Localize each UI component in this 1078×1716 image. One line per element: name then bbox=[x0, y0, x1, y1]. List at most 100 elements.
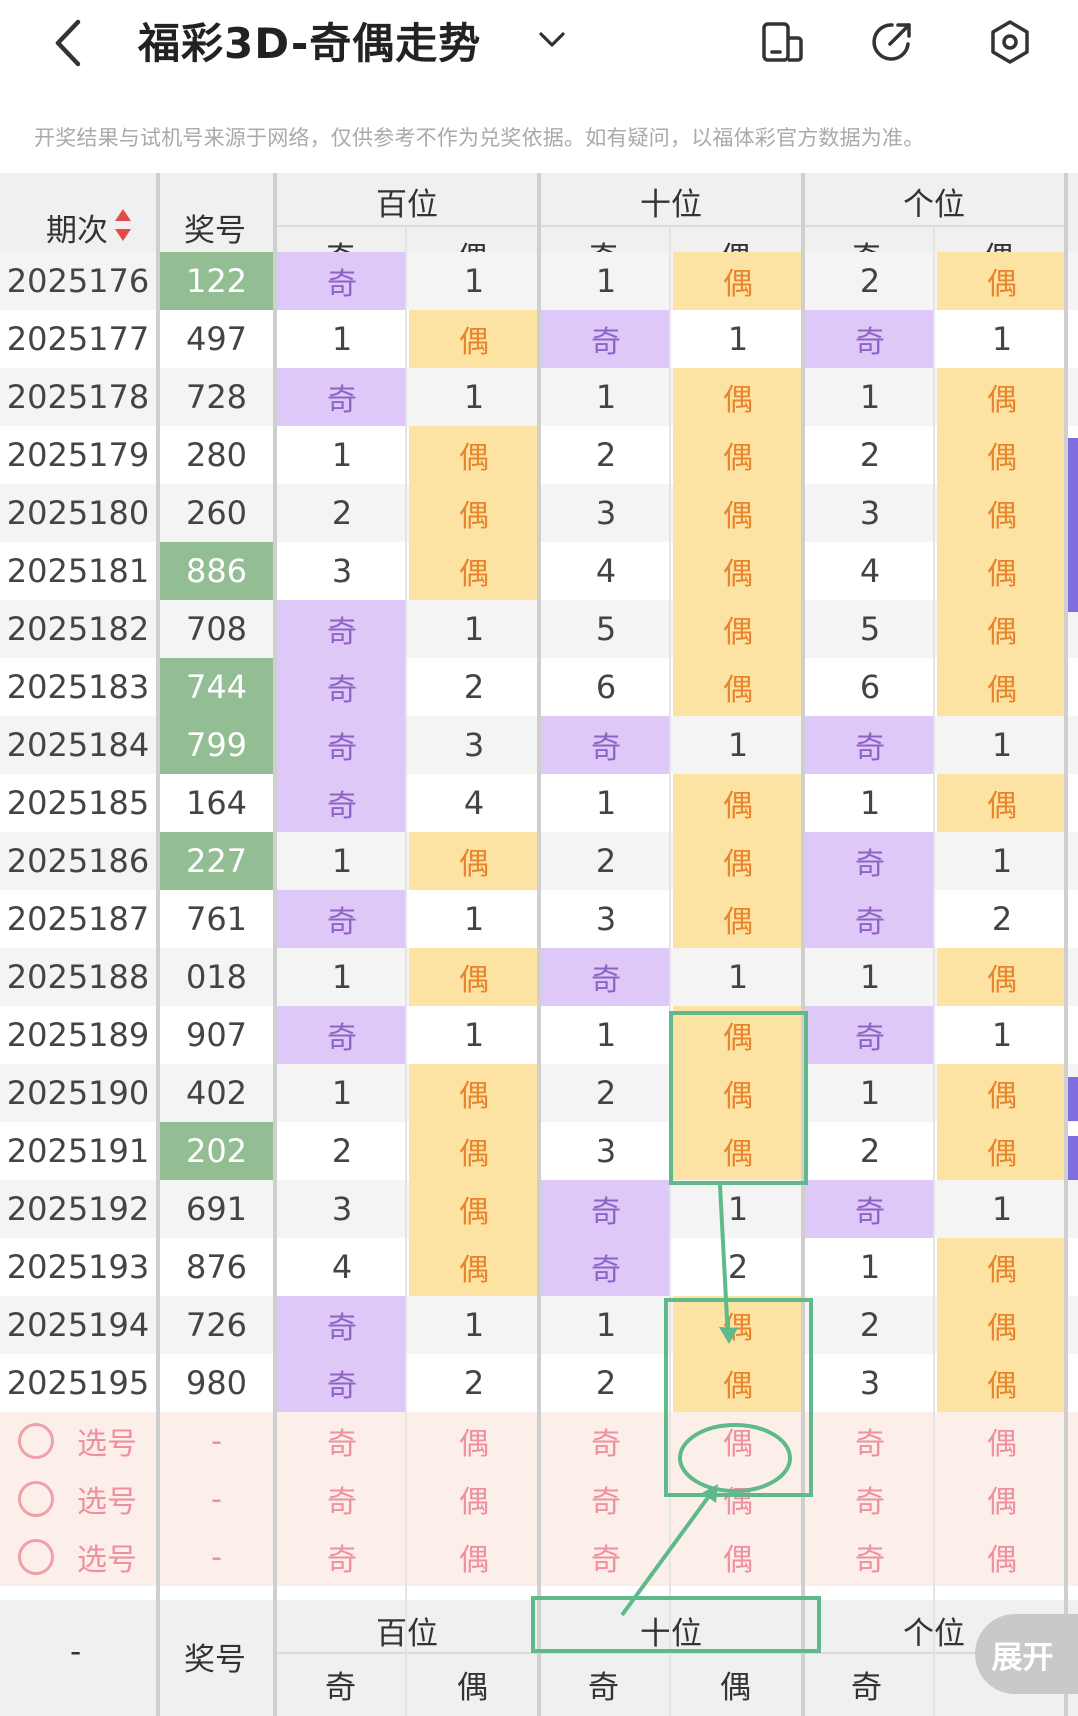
pick-label[interactable]: 选号 bbox=[72, 1470, 142, 1528]
odd-cell: 奇 bbox=[277, 600, 407, 658]
miss-count-cell: 1 bbox=[595, 378, 617, 416]
period-cell: 2025194 bbox=[6, 1306, 150, 1344]
miss-count-cell: 1 bbox=[331, 1074, 353, 1112]
pick-even-option[interactable]: 偶 bbox=[937, 1528, 1067, 1586]
miss-count-cell: 1 bbox=[727, 958, 749, 996]
even-cell: 偶 bbox=[937, 948, 1067, 1006]
even-cell: 偶 bbox=[673, 426, 803, 484]
subcolumn-separator bbox=[405, 226, 407, 1716]
pick-label[interactable]: 选号 bbox=[72, 1528, 142, 1586]
miss-count-cell: 2 bbox=[859, 262, 881, 300]
pick-odd-option[interactable]: 奇 bbox=[805, 1528, 935, 1586]
draw-number-cell: 122 bbox=[160, 252, 273, 310]
even-cell: 偶 bbox=[673, 600, 803, 658]
miss-count-cell: 1 bbox=[859, 784, 881, 822]
even-cell: 偶 bbox=[937, 1064, 1067, 1122]
pick-even-option[interactable]: 偶 bbox=[409, 1412, 539, 1470]
back-arrow-icon[interactable] bbox=[48, 18, 88, 68]
miss-count-cell: 4 bbox=[595, 552, 617, 590]
even-cell: 偶 bbox=[937, 774, 1067, 832]
pick-even-option[interactable]: 偶 bbox=[673, 1412, 803, 1470]
footer-group-hundreds: 百位 bbox=[376, 1616, 438, 1652]
odd-cell: 奇 bbox=[541, 1180, 671, 1238]
period-cell: 2025185 bbox=[6, 784, 150, 822]
odd-cell: 奇 bbox=[277, 890, 407, 948]
miss-count-cell: 4 bbox=[463, 784, 485, 822]
miss-count-cell: 2 bbox=[595, 436, 617, 474]
period-cell: 2025189 bbox=[6, 1016, 150, 1054]
miss-count-cell: 2 bbox=[463, 668, 485, 706]
footer-sub-label: 奇 bbox=[588, 1670, 619, 1706]
pick-odd-option[interactable]: 奇 bbox=[805, 1470, 935, 1528]
even-cell: 偶 bbox=[937, 426, 1067, 484]
pick-odd-option[interactable]: 奇 bbox=[541, 1412, 671, 1470]
miss-count-cell: 1 bbox=[463, 262, 485, 300]
page-title[interactable]: 福彩3D-奇偶走势 bbox=[138, 10, 481, 71]
miss-count-cell: 4 bbox=[331, 1248, 353, 1286]
select-radio[interactable] bbox=[18, 1423, 54, 1459]
pick-even-option[interactable]: 偶 bbox=[409, 1470, 539, 1528]
group-hundreds-label: 百位 bbox=[376, 187, 438, 223]
even-cell: 偶 bbox=[409, 1064, 539, 1122]
miss-count-cell: 5 bbox=[595, 610, 617, 648]
subcolumn-separator bbox=[669, 226, 671, 1716]
pick-odd-option[interactable]: 奇 bbox=[277, 1412, 407, 1470]
rotate-screen-icon[interactable] bbox=[758, 18, 806, 66]
even-cell: 偶 bbox=[937, 600, 1067, 658]
draw-number-cell: 018 bbox=[185, 958, 248, 996]
miss-count-cell: 5 bbox=[859, 610, 881, 648]
pick-number-dash: - bbox=[211, 1481, 222, 1517]
miss-count-cell: 1 bbox=[595, 1306, 617, 1344]
pick-even-option[interactable]: 偶 bbox=[409, 1528, 539, 1586]
pick-odd-option[interactable]: 奇 bbox=[277, 1470, 407, 1528]
even-cell: 偶 bbox=[937, 1296, 1067, 1354]
odd-cell: 奇 bbox=[805, 1180, 935, 1238]
top-bar: 福彩3D-奇偶走势 bbox=[0, 0, 1078, 92]
miss-count-cell: 2 bbox=[463, 1364, 485, 1402]
miss-count-cell: 1 bbox=[463, 610, 485, 648]
chevron-down-icon[interactable] bbox=[535, 24, 569, 54]
miss-count-cell: 1 bbox=[463, 1306, 485, 1344]
draw-number-cell: 799 bbox=[160, 716, 273, 774]
pick-label[interactable]: 选号 bbox=[72, 1412, 142, 1470]
period-cell: 2025193 bbox=[6, 1248, 150, 1286]
pick-odd-option[interactable]: 奇 bbox=[541, 1470, 671, 1528]
group-tens-label: 十位 bbox=[640, 187, 702, 223]
draw-number-cell: 744 bbox=[160, 658, 273, 716]
even-cell: 偶 bbox=[937, 1122, 1067, 1180]
even-cell: 偶 bbox=[673, 1122, 803, 1180]
miss-count-cell: 1 bbox=[463, 1016, 485, 1054]
miss-count-cell: 1 bbox=[595, 784, 617, 822]
pick-even-option[interactable]: 偶 bbox=[937, 1470, 1067, 1528]
odd-cell: 奇 bbox=[277, 368, 407, 426]
period-cell: 2025190 bbox=[6, 1074, 150, 1112]
period-cell: 2025178 bbox=[6, 378, 150, 416]
pick-even-option[interactable]: 偶 bbox=[673, 1528, 803, 1586]
number-header-label: 奖号 bbox=[184, 213, 246, 249]
period-cell: 2025195 bbox=[6, 1364, 150, 1402]
share-icon[interactable] bbox=[868, 18, 916, 66]
pick-odd-option[interactable]: 奇 bbox=[277, 1528, 407, 1586]
subcolumn-separator bbox=[933, 226, 935, 1716]
footer-sub-label: 偶 bbox=[457, 1670, 488, 1706]
expand-button[interactable]: 展开 bbox=[975, 1614, 1078, 1694]
even-cell: 偶 bbox=[937, 658, 1067, 716]
pick-number-dash: - bbox=[211, 1423, 222, 1459]
draw-number-cell: 691 bbox=[185, 1190, 248, 1228]
pick-odd-option[interactable]: 奇 bbox=[805, 1412, 935, 1470]
miss-count-cell: 2 bbox=[595, 1364, 617, 1402]
select-radio[interactable] bbox=[18, 1539, 54, 1575]
odd-cell: 奇 bbox=[541, 310, 671, 368]
even-cell: 偶 bbox=[937, 542, 1067, 600]
pick-even-option[interactable]: 偶 bbox=[673, 1470, 803, 1528]
odd-cell: 奇 bbox=[277, 716, 407, 774]
miss-count-cell: 1 bbox=[595, 262, 617, 300]
settings-icon[interactable] bbox=[986, 18, 1034, 66]
select-radio[interactable] bbox=[18, 1481, 54, 1517]
odd-cell: 奇 bbox=[805, 890, 935, 948]
pick-even-option[interactable]: 偶 bbox=[937, 1412, 1067, 1470]
scroll-marker bbox=[1068, 1136, 1078, 1180]
pick-odd-option[interactable]: 奇 bbox=[541, 1528, 671, 1586]
footer-sub-label: 奇 bbox=[325, 1670, 356, 1706]
draw-number-cell: 907 bbox=[185, 1016, 248, 1054]
